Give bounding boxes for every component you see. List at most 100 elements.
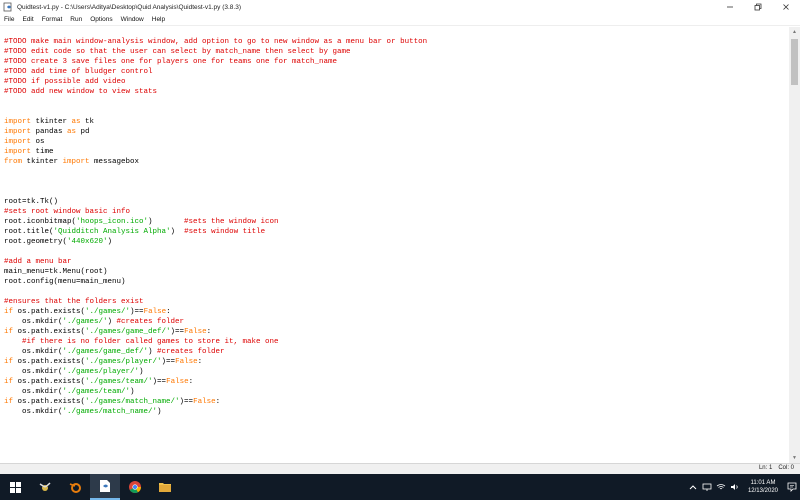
taskbar-app-blender[interactable] [60, 474, 90, 500]
status-bar: Ln: 1 Col: 0 [0, 463, 800, 474]
code-token: os.path.exists( [13, 308, 86, 316]
start-button[interactable] [0, 474, 30, 500]
windows-icon [9, 481, 21, 493]
code-line[interactable]: root.iconbitmap('hoops_icon.ico') #sets … [4, 217, 427, 227]
code-line[interactable] [4, 167, 427, 177]
code-text[interactable]: #TODO make main window-analysis window, … [4, 37, 427, 417]
taskbar-app-quidditch[interactable] [30, 474, 60, 500]
system-tray: 11:01 AM 12/13/2020 [686, 474, 800, 500]
code-token: )== [152, 378, 167, 386]
code-token: main_menu=tk.Menu(root) [4, 268, 108, 276]
menu-run[interactable]: Run [66, 14, 86, 26]
code-line[interactable]: if os.path.exists('./games/match_name/')… [4, 397, 427, 407]
code-token: #TODO edit code so that the user can sel… [4, 48, 351, 56]
code-token: pd [76, 128, 90, 136]
code-line[interactable]: if os.path.exists('./games/player/')==Fa… [4, 357, 427, 367]
code-line[interactable]: root.title('Quidditch Analysis Alpha') #… [4, 227, 427, 237]
code-line[interactable] [4, 187, 427, 197]
menu-window[interactable]: Window [117, 14, 148, 26]
code-line[interactable]: if os.path.exists('./games/')==False: [4, 307, 427, 317]
code-line[interactable]: #sets root window basic info [4, 207, 427, 217]
code-line[interactable]: #if there is no folder called games to s… [4, 337, 427, 347]
code-line[interactable]: os.mkdir('./games/team/') [4, 387, 427, 397]
code-token: False [166, 378, 189, 386]
code-token: 'hoops_icon.ico' [76, 218, 149, 226]
code-line[interactable]: #TODO if possible add video [4, 77, 427, 87]
code-token: './games/game_def/' [62, 348, 149, 356]
code-token: './games/player/' [85, 358, 162, 366]
code-token: ) [107, 318, 117, 326]
code-token: False [143, 308, 167, 316]
minimize-button[interactable] [716, 0, 744, 14]
code-line[interactable]: os.mkdir('./games/player/') [4, 367, 427, 377]
notification-button[interactable] [784, 474, 800, 500]
code-token: root=tk.Tk() [4, 198, 59, 206]
vertical-scrollbar[interactable]: ▲ ▼ [789, 27, 800, 463]
idle-app-icon[interactable] [3, 2, 13, 12]
code-line[interactable]: #TODO create 3 save files one for player… [4, 57, 427, 67]
restore-icon [754, 3, 762, 11]
status-col: Col: 0 [778, 465, 794, 471]
code-token: if [4, 378, 14, 386]
code-line[interactable]: os.mkdir('./games/match_name/') [4, 407, 427, 417]
menu-format[interactable]: Format [38, 14, 67, 26]
code-token: )== [170, 328, 185, 336]
code-line[interactable]: import os [4, 137, 427, 147]
menu-options[interactable]: Options [86, 14, 116, 26]
close-button[interactable] [772, 0, 800, 14]
code-line[interactable]: root.geometry('440x620') [4, 237, 427, 247]
code-token: #TODO create 3 save files one for player… [4, 58, 338, 66]
code-token: as [71, 118, 81, 126]
code-line[interactable]: if os.path.exists('./games/team/')==Fals… [4, 377, 427, 387]
scrollbar-thumb[interactable] [791, 39, 798, 85]
code-line[interactable]: root.config(menu=main_menu) [4, 277, 427, 287]
restore-button[interactable] [744, 0, 772, 14]
code-line[interactable]: root=tk.Tk() [4, 197, 427, 207]
code-line[interactable]: os.mkdir('./games/') #creates folder [4, 317, 427, 327]
code-token: './games/player/' [62, 368, 140, 376]
scroll-down-icon[interactable]: ▼ [789, 453, 800, 463]
code-line[interactable]: import tkinter as tk [4, 117, 427, 127]
code-line[interactable]: #ensures that the folders exist [4, 297, 427, 307]
code-token: : [197, 358, 203, 366]
code-line[interactable]: os.mkdir('./games/game_def/') #creates f… [4, 347, 427, 357]
code-token: #creates folder [157, 348, 225, 356]
code-token: #creates folder [116, 318, 185, 326]
code-token: )== [179, 398, 194, 406]
taskbar-app-idle[interactable] [90, 474, 120, 500]
menu-edit[interactable]: Edit [18, 14, 37, 26]
code-line[interactable]: import time [4, 147, 427, 157]
code-line[interactable]: from tkinter import messagebox [4, 157, 427, 167]
taskbar-app-chrome[interactable] [120, 474, 150, 500]
code-token: os.path.exists( [13, 358, 86, 366]
code-line[interactable] [4, 107, 427, 117]
volume-icon[interactable] [728, 474, 742, 500]
code-line[interactable] [4, 247, 427, 257]
code-token: ) [157, 408, 162, 416]
code-token: os [31, 138, 45, 146]
scroll-up-icon[interactable]: ▲ [789, 27, 800, 37]
code-editor[interactable]: #TODO make main window-analysis window, … [0, 27, 789, 463]
code-line[interactable] [4, 97, 427, 107]
code-line[interactable]: #TODO edit code so that the user can sel… [4, 47, 427, 57]
code-line[interactable]: main_menu=tk.Menu(root) [4, 267, 427, 277]
code-token: #add a menu bar [4, 258, 72, 266]
code-line[interactable]: #TODO add new window to view stats [4, 87, 427, 97]
code-line[interactable] [4, 287, 427, 297]
code-line[interactable] [4, 177, 427, 187]
menu-file[interactable]: File [0, 14, 18, 26]
chevron-up-icon[interactable] [686, 474, 700, 500]
taskbar-clock[interactable]: 11:01 AM 12/13/2020 [742, 479, 784, 495]
code-line[interactable]: #TODO make main window-analysis window, … [4, 37, 427, 47]
code-token: ) [139, 368, 144, 376]
code-token: '440x620' [67, 238, 108, 246]
wifi-icon[interactable] [714, 474, 728, 500]
menu-help[interactable]: Help [148, 14, 169, 26]
code-line[interactable]: if os.path.exists('./games/game_def/')==… [4, 327, 427, 337]
code-line[interactable]: #add a menu bar [4, 257, 427, 267]
network-icon[interactable] [700, 474, 714, 500]
code-line[interactable]: import pandas as pd [4, 127, 427, 137]
taskbar-app-explorer[interactable] [150, 474, 180, 500]
code-line[interactable]: #TODO add time of bludger control [4, 67, 427, 77]
code-token: if [4, 328, 14, 336]
